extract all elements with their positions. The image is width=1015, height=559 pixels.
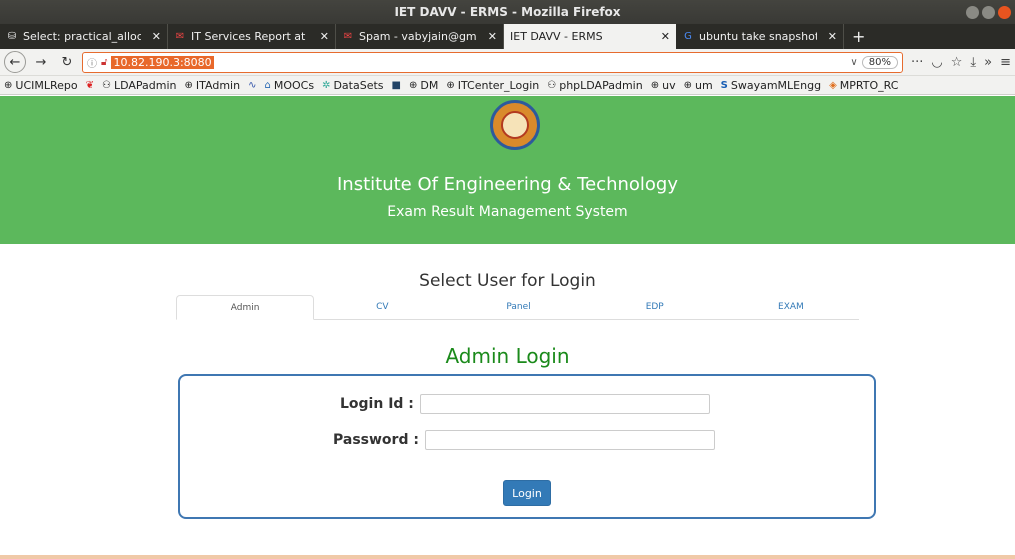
- institute-title: Institute Of Engineering & Technology: [336, 174, 678, 195]
- tab-cv[interactable]: CV: [314, 295, 450, 319]
- tab-it-services-report[interactable]: ✉ IT Services Report at IET ✕: [168, 24, 336, 49]
- bookmark-wave[interactable]: ∿: [248, 80, 256, 91]
- bookmark-flame[interactable]: ❦: [86, 80, 94, 91]
- bookmark-ldapadmin[interactable]: ⚇ LDAPadmin: [102, 79, 177, 92]
- info-icon[interactable]: ⓘ: [87, 55, 97, 70]
- tab-exam[interactable]: EXAM: [723, 295, 859, 319]
- admin-login-heading: Admin Login: [445, 344, 570, 368]
- tab-practical-allocation[interactable]: ⛁ Select: practical_allocat ✕: [0, 24, 168, 49]
- password-input[interactable]: [424, 430, 715, 450]
- tab-panel[interactable]: Panel: [450, 295, 586, 319]
- globe-icon: ⊕: [184, 79, 193, 91]
- user-type-tabs: Admin CV Panel EDP EXAM: [176, 295, 859, 320]
- google-icon: G: [684, 31, 692, 42]
- bookmark-dm[interactable]: ⊕ DM: [409, 79, 438, 92]
- close-tab-icon[interactable]: ✕: [320, 30, 329, 43]
- close-tab-icon[interactable]: ✕: [661, 30, 670, 43]
- ldap-icon: ⚇: [547, 79, 557, 91]
- url-dropdown-icon[interactable]: ∨: [850, 57, 857, 68]
- logo-emblem-icon: [501, 111, 529, 139]
- ldap-icon: ⚇: [102, 79, 111, 91]
- database-icon: ⛁: [7, 31, 17, 42]
- bookmark-phpldapadmin[interactable]: ⚇ phpLDAPadmin: [547, 79, 642, 92]
- zoom-level[interactable]: 80%: [861, 55, 898, 69]
- forward-button[interactable]: →: [30, 51, 52, 73]
- system-title: Exam Result Management System: [387, 204, 628, 220]
- globe-icon: ⊕: [4, 79, 13, 91]
- globe-icon: ⊕: [446, 79, 455, 91]
- tab-strip: ⛁ Select: practical_allocat ✕ ✉ IT Servi…: [0, 24, 1015, 49]
- close-tab-icon[interactable]: ✕: [828, 30, 837, 43]
- bookmark-itadmin[interactable]: ⊕ ITAdmin: [185, 79, 241, 92]
- insecure-lock-icon[interactable]: 🔓︎: [101, 57, 107, 68]
- swayam-icon: S: [720, 79, 728, 91]
- flame-icon: ❦: [85, 79, 95, 91]
- bookmark-square[interactable]: ■: [392, 80, 401, 91]
- close-tab-icon[interactable]: ✕: [152, 30, 161, 43]
- window-titlebar: IET DAVV - ERMS - Mozilla Firefox: [0, 0, 1015, 24]
- window-controls: [966, 6, 1011, 19]
- tab-admin[interactable]: Admin: [176, 295, 315, 320]
- back-button[interactable]: ←: [4, 51, 26, 73]
- login-id-input[interactable]: [419, 394, 710, 414]
- tab-edp[interactable]: EDP: [587, 295, 723, 319]
- login-id-label: Login Id :: [340, 396, 414, 412]
- overflow-menu-icon[interactable]: »: [984, 55, 992, 70]
- page-content: Institute Of Engineering & Technology Ex…: [0, 96, 1015, 559]
- window-title: IET DAVV - ERMS - Mozilla Firefox: [394, 5, 621, 19]
- diamond-icon: ◈: [829, 79, 837, 91]
- bookmarks-toolbar: ⊕ UCIMLRepo ❦ ⚇ LDAPadmin ⊕ ITAdmin ∿ ⌂ MOOC…: [0, 76, 1015, 95]
- new-tab-button[interactable]: +: [844, 24, 873, 49]
- hamburger-menu-icon[interactable]: ≡: [1000, 55, 1011, 70]
- bookmark-um[interactable]: ⊕ um: [684, 79, 713, 92]
- login-form: Login Id : Password : Login: [178, 374, 876, 519]
- bookmark-uv[interactable]: ⊕ uv: [651, 79, 676, 92]
- navigation-bar: ← → ↻ ⓘ 🔓︎ 10.82.190.3:8080 ∨ 80% ··· ◡ …: [0, 49, 1015, 76]
- dataset-icon: ✲: [322, 79, 331, 91]
- login-id-row: Login Id :: [340, 394, 710, 414]
- site-header: Institute Of Engineering & Technology Ex…: [0, 96, 1015, 244]
- globe-icon: ⊕: [650, 79, 660, 91]
- bookmark-star-icon[interactable]: ☆: [951, 55, 963, 70]
- square-icon: ■: [391, 79, 401, 91]
- bookmark-swayammlengg[interactable]: S SwayamMLEngg: [721, 79, 821, 92]
- globe-icon: ⊕: [683, 79, 692, 91]
- bookmark-ucimlrepo[interactable]: ⊕ UCIMLRepo: [4, 79, 78, 92]
- wave-icon: ∿: [248, 79, 257, 91]
- gmail-icon: ✉: [175, 31, 185, 42]
- gmail-icon: ✉: [343, 31, 353, 42]
- tab-ubuntu-snapshot[interactable]: G ubuntu take snapshot - C ✕: [676, 24, 844, 49]
- bookmark-mprto-rc[interactable]: ◈ MPRTO_RC: [829, 79, 898, 92]
- minimize-button[interactable]: [966, 6, 979, 19]
- url-text[interactable]: 10.82.190.3:8080: [111, 55, 214, 69]
- close-tab-icon[interactable]: ✕: [488, 30, 497, 43]
- pocket-icon[interactable]: ◡: [931, 55, 942, 70]
- maximize-button[interactable]: [982, 6, 995, 19]
- select-user-title: Select User for Login: [419, 271, 596, 291]
- download-icon[interactable]: ⤓: [970, 55, 976, 70]
- toolbar-icons: ··· ◡ ☆ ⤓ » ≡: [907, 55, 1011, 70]
- tab-iet-davv-erms[interactable]: IET DAVV - ERMS ✕: [504, 24, 676, 49]
- tab-spam-gmail[interactable]: ✉ Spam - vabyjain@gmail.c ✕: [336, 24, 504, 49]
- password-label: Password :: [333, 432, 419, 448]
- institute-logo: [490, 100, 540, 150]
- mooc-icon: ⌂: [264, 79, 271, 91]
- reload-button[interactable]: ↻: [56, 51, 78, 73]
- login-button[interactable]: Login: [503, 480, 551, 506]
- url-bar[interactable]: ⓘ 🔓︎ 10.82.190.3:8080 ∨ 80%: [82, 51, 903, 73]
- bookmark-moocs[interactable]: ⌂ MOOCs: [264, 79, 314, 92]
- page-actions-icon[interactable]: ···: [911, 55, 923, 70]
- footer-divider: [0, 555, 1015, 559]
- bookmark-itcenter-login[interactable]: ⊕ ITCenter_Login: [446, 79, 539, 92]
- globe-icon: ⊕: [408, 79, 418, 91]
- password-row: Password :: [333, 430, 715, 450]
- bookmark-datasets[interactable]: ✲ DataSets: [322, 79, 383, 92]
- close-window-button[interactable]: [998, 6, 1011, 19]
